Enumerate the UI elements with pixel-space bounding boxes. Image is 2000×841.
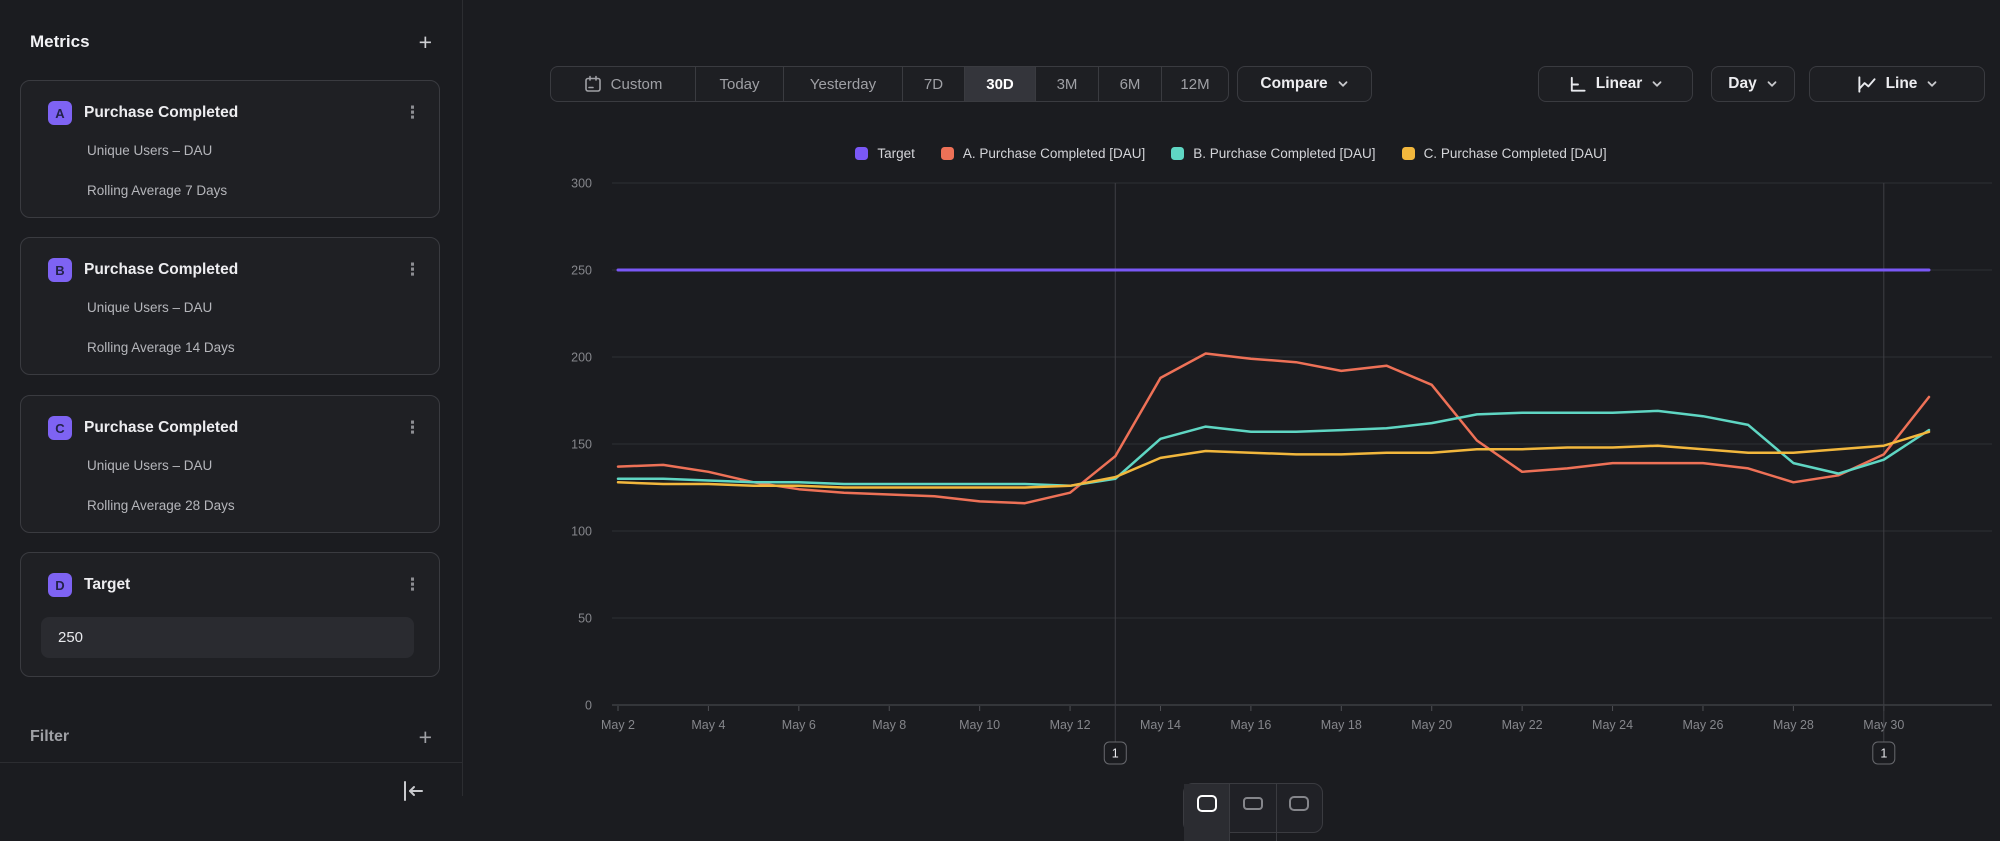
filter-section: Filter + — [30, 728, 432, 746]
metric-card-c[interactable]: C Purchase Completed ⋮ Unique Users – DA… — [20, 395, 440, 533]
annotation-badge[interactable]: 1 — [1873, 742, 1895, 764]
chart-size-small-button[interactable] — [1184, 784, 1230, 841]
metrics-title: Metrics — [30, 32, 90, 52]
x-axis-label: May 18 — [1321, 718, 1362, 732]
series-line[interactable] — [618, 432, 1929, 488]
chart-size-medium-button[interactable] — [1230, 784, 1276, 841]
metric-measure: Unique Users – DAU — [87, 458, 212, 473]
metric-measure: Unique Users – DAU — [87, 143, 212, 158]
collapse-sidebar-icon[interactable] — [400, 778, 426, 804]
x-axis-label: May 22 — [1502, 718, 1543, 732]
chart-size-small-icon — [1195, 793, 1219, 815]
target-title: Target — [84, 576, 400, 594]
metric-badge-d: D — [48, 573, 72, 597]
x-axis-label: May 6 — [782, 718, 816, 732]
y-axis-label: 150 — [571, 438, 592, 452]
add-metric-icon[interactable]: + — [419, 33, 432, 51]
y-axis-label: 0 — [585, 699, 592, 713]
annotation-badge[interactable]: 1 — [1104, 742, 1126, 764]
x-axis-label: May 4 — [691, 718, 725, 732]
metric-card-a[interactable]: A Purchase Completed ⋮ Unique Users – DA… — [20, 80, 440, 218]
kebab-menu-icon[interactable]: ⋮ — [400, 575, 425, 595]
kebab-menu-icon[interactable]: ⋮ — [400, 103, 425, 123]
kebab-menu-icon[interactable]: ⋮ — [400, 260, 425, 280]
target-card-head: D Target ⋮ — [48, 573, 425, 597]
y-axis-label: 100 — [571, 525, 592, 539]
chart-size-toolbar — [1183, 783, 1323, 833]
y-axis-label: 50 — [578, 612, 592, 626]
line-chart[interactable]: 0 50 100 150 200 250 300 May 2 May 4 May 6 May 8 Ma… — [462, 0, 2000, 796]
metric-badge-b: B — [48, 258, 72, 282]
metric-transform: Rolling Average 14 Days — [87, 340, 235, 355]
x-axis-label: May 10 — [959, 718, 1000, 732]
metric-transform: Rolling Average 28 Days — [87, 498, 235, 513]
x-axis-label: May 14 — [1140, 718, 1181, 732]
x-axis-label: May 20 — [1411, 718, 1452, 732]
metric-transform: Rolling Average 7 Days — [87, 183, 227, 198]
x-axis-label: May 26 — [1682, 718, 1723, 732]
y-axis-label: 250 — [571, 264, 592, 278]
analytics-dashboard: { "theme": { "badge_bg": "#7E63F3", "bad… — [0, 0, 2000, 796]
add-filter-icon[interactable]: + — [419, 728, 432, 746]
metric-title: Purchase Completed — [84, 261, 400, 279]
x-axis-label: May 8 — [872, 718, 906, 732]
kebab-menu-icon[interactable]: ⋮ — [400, 418, 425, 438]
y-axis-label: 200 — [571, 351, 592, 365]
x-axis-label: May 24 — [1592, 718, 1633, 732]
x-axis-label: May 16 — [1230, 718, 1271, 732]
series-line[interactable] — [618, 411, 1929, 486]
metric-card-b[interactable]: B Purchase Completed ⋮ Unique Users – DA… — [20, 237, 440, 375]
chart-size-large-button[interactable] — [1277, 784, 1322, 841]
metric-badge-a: A — [48, 101, 72, 125]
target-value-input[interactable] — [41, 617, 414, 658]
filter-title: Filter — [30, 728, 69, 746]
metric-measure: Unique Users – DAU — [87, 300, 212, 315]
svg-text:1: 1 — [1880, 747, 1887, 761]
x-axis-label: May 2 — [601, 718, 635, 732]
chart-size-medium-icon — [1241, 793, 1265, 815]
metric-badge-c: C — [48, 416, 72, 440]
metric-card-head: C Purchase Completed ⋮ — [48, 416, 425, 440]
chart-size-large-icon — [1287, 793, 1311, 815]
x-axis-label: May 28 — [1773, 718, 1814, 732]
y-axis-label: 300 — [571, 177, 592, 191]
metric-card-head: B Purchase Completed ⋮ — [48, 258, 425, 282]
x-axis-label: May 12 — [1050, 718, 1091, 732]
metric-title: Purchase Completed — [84, 104, 400, 122]
target-card[interactable]: D Target ⋮ — [20, 552, 440, 677]
sidebar-header: Metrics + — [30, 32, 432, 52]
metric-card-head: A Purchase Completed ⋮ — [48, 101, 425, 125]
metric-title: Purchase Completed — [84, 419, 400, 437]
series-line[interactable] — [618, 354, 1929, 504]
metrics-sidebar: Metrics + A Purchase Completed ⋮ Unique … — [0, 0, 462, 796]
svg-text:1: 1 — [1112, 747, 1119, 761]
sidebar-footer-divider — [0, 762, 462, 763]
